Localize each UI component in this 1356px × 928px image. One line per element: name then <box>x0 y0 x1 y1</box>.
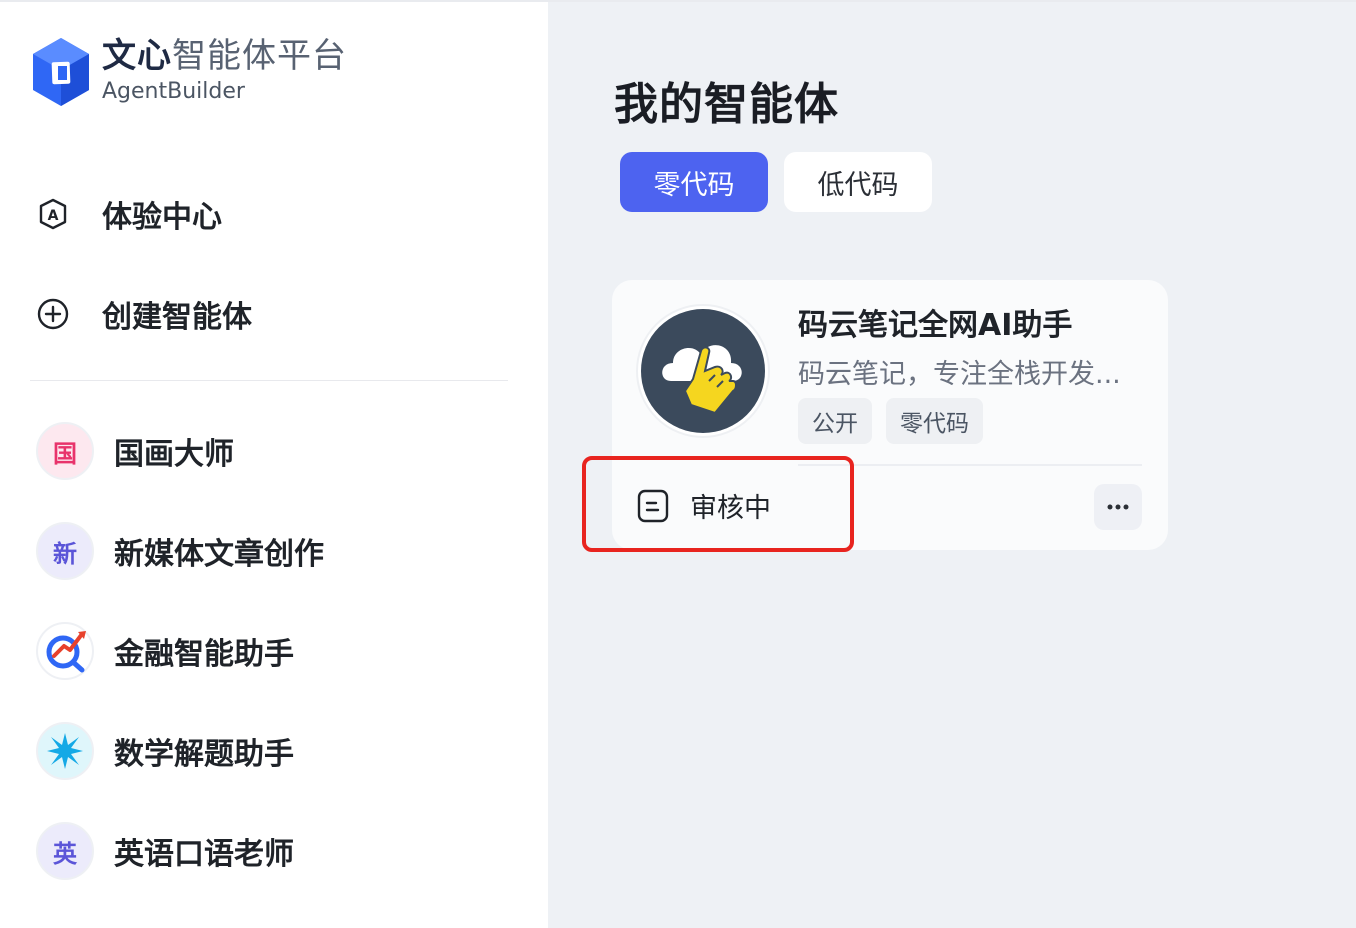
cube-logo-icon <box>33 38 89 106</box>
agent-card-description: 码云笔记，专注全栈开发... <box>798 359 1121 390</box>
plus-circle-icon <box>36 297 70 331</box>
status-label: 审核中 <box>690 493 771 524</box>
finance-chart-icon <box>46 631 86 673</box>
avatar <box>36 722 94 780</box>
document-status-icon <box>637 489 669 522</box>
svg-text:A: A <box>48 208 59 224</box>
avatar: 新 <box>36 522 94 580</box>
sidebar-divider <box>30 380 508 381</box>
sparkle-burst-icon <box>47 733 83 769</box>
agent-label: 数学解题助手 <box>114 737 294 772</box>
tag-public: 公开 <box>798 398 872 444</box>
tag-zero-code: 零代码 <box>886 398 983 444</box>
agent-label: 国画大师 <box>114 437 234 472</box>
agent-avatar <box>636 304 770 438</box>
nav-label: 体验中心 <box>102 200 222 235</box>
tab-low-code[interactable]: 低代码 <box>784 152 932 212</box>
avatar: 国 <box>36 422 94 480</box>
nav-item-create-agent[interactable]: 创建智能体 <box>36 292 252 336</box>
more-options-button[interactable] <box>1094 484 1142 530</box>
tab-zero-code[interactable]: 零代码 <box>620 152 768 212</box>
agent-card-title: 码云笔记全网AI助手 <box>798 308 1073 343</box>
nav-item-experience-center[interactable]: A 体验中心 <box>36 192 222 236</box>
brand-logo[interactable]: 文心智能体平台 AgentBuilder <box>30 36 347 108</box>
card-divider <box>798 464 1142 466</box>
agent-item-new-media[interactable]: 新 新媒体文章创作 <box>36 522 324 580</box>
agent-label: 英语口语老师 <box>114 837 294 872</box>
avatar <box>36 622 94 680</box>
page-title: 我的智能体 <box>614 79 839 130</box>
more-dots-icon <box>1107 504 1129 510</box>
agent-card[interactable]: 码云笔记全网AI助手 码云笔记，专注全栈开发... 公开 零代码 审核中 <box>612 280 1168 550</box>
agent-item-math[interactable]: 数学解题助手 <box>36 722 294 780</box>
avatar: 英 <box>36 822 94 880</box>
sidebar: 文心智能体平台 AgentBuilder A 体验中心 创建智能体 国 国画大师… <box>0 0 548 928</box>
letter-a-icon: A <box>36 197 70 231</box>
agent-item-finance[interactable]: 金融智能助手 <box>36 622 294 680</box>
main-content: 我的智能体 零代码 低代码 码云笔记全网AI助手 码云笔记，专注全栈开发... … <box>548 0 1356 928</box>
agent-item-english[interactable]: 英 英语口语老师 <box>36 822 294 880</box>
brand-subtitle: AgentBuilder <box>102 79 245 104</box>
agent-item-guohua[interactable]: 国 国画大师 <box>36 422 234 480</box>
cloud-hand-icon <box>641 309 765 433</box>
nav-label: 创建智能体 <box>102 300 252 335</box>
brand-title: 文心智能体平台 <box>102 36 347 76</box>
agent-label: 金融智能助手 <box>114 637 294 672</box>
status-badge: 审核中 <box>636 486 771 525</box>
agent-label: 新媒体文章创作 <box>114 537 324 572</box>
